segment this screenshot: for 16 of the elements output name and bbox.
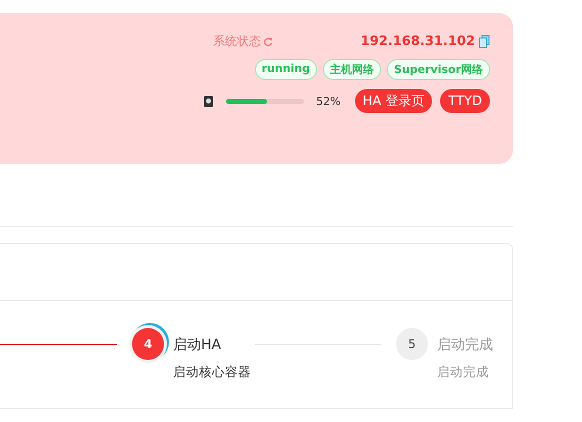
- link-button[interactable]: HA 登录页: [354, 89, 432, 113]
- link-button[interactable]: TTYD: [440, 89, 490, 113]
- status-tag: running: [254, 59, 318, 80]
- copy-icon[interactable]: [479, 35, 490, 48]
- status-tag: Supervisor网络: [387, 59, 490, 80]
- status-label: 系统状态: [213, 33, 261, 50]
- refresh-icon[interactable]: [263, 36, 273, 46]
- step-number: 4: [132, 328, 164, 360]
- disk-usage-reading: 52%: [316, 94, 341, 108]
- step-number: 5: [396, 328, 428, 360]
- step-description: 启动完成: [437, 364, 490, 381]
- status-tag: 主机网络: [323, 59, 382, 80]
- step-description: 启动核心容器: [173, 364, 251, 381]
- step-title: 启动HA: [173, 336, 222, 354]
- ip-address: 192.168.31.102: [360, 34, 475, 49]
- step-title: 启动完成: [437, 336, 493, 354]
